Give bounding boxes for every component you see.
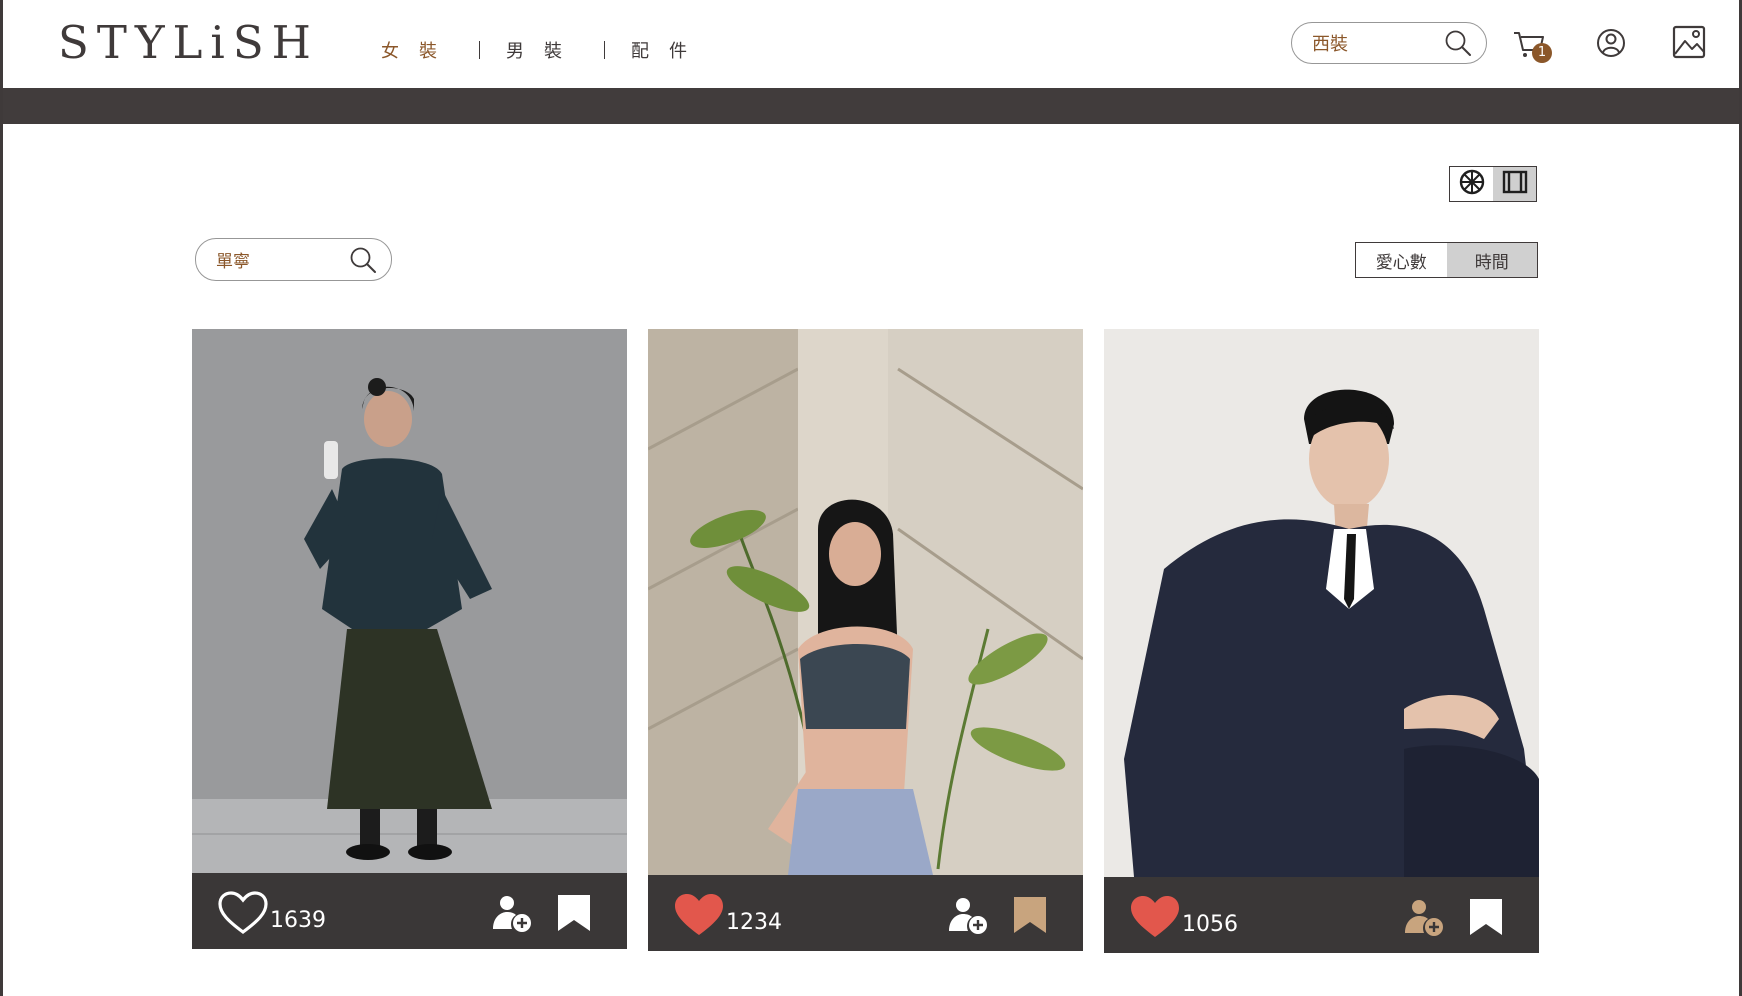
like-count: 1234: [726, 910, 782, 935]
post-action-bar: 1056: [1104, 877, 1539, 953]
post-action-bar: 1234: [648, 875, 1083, 951]
cart-icon[interactable]: 1: [1511, 24, 1552, 64]
sort-by-time[interactable]: 時間: [1446, 243, 1537, 277]
globe-icon: [1458, 168, 1486, 200]
follow-user-icon[interactable]: [1403, 897, 1445, 939]
nav-item-women[interactable]: 女裝: [381, 37, 457, 63]
logo[interactable]: STYLiSH: [58, 18, 319, 68]
header-banner-bar: [3, 88, 1739, 124]
like-count: 1056: [1182, 912, 1238, 937]
sort-toggle: 愛心數 時間: [1355, 242, 1538, 278]
post-photo[interactable]: [648, 329, 1083, 875]
header-search-box: [1291, 22, 1487, 64]
cart-count-badge: 1: [1532, 43, 1552, 63]
post-photo[interactable]: [1104, 329, 1539, 877]
post-card[interactable]: 1056: [1104, 329, 1539, 953]
nav-item-accessories[interactable]: 配件: [631, 37, 707, 63]
view-option-filmstrip[interactable]: [1493, 167, 1536, 201]
bookmark-icon[interactable]: [1012, 895, 1048, 935]
filmstrip-icon: [1501, 169, 1529, 199]
post-card[interactable]: 1234: [648, 329, 1083, 951]
nav-divider: [479, 41, 480, 59]
page: STYLiSH 女裝 男裝 配件 1: [0, 0, 1742, 996]
bookmark-icon[interactable]: [1468, 897, 1504, 937]
follow-user-icon[interactable]: [491, 893, 533, 935]
view-mode-toggle: [1449, 166, 1537, 202]
view-option-globe[interactable]: [1450, 167, 1493, 201]
header-search-input[interactable]: [1310, 31, 1434, 55]
post-action-bar: 1639: [192, 873, 627, 949]
heart-icon[interactable]: [1130, 895, 1180, 939]
search-icon[interactable]: [349, 246, 377, 274]
sort-by-likes[interactable]: 愛心數: [1356, 243, 1447, 277]
like-count: 1639: [270, 908, 326, 933]
post-card[interactable]: 1639: [192, 329, 627, 949]
post-photo[interactable]: [192, 329, 627, 873]
heart-icon[interactable]: [674, 893, 724, 937]
post-search-input[interactable]: [214, 248, 338, 271]
gallery-icon[interactable]: [1671, 22, 1711, 62]
nav-item-men[interactable]: 男裝: [506, 37, 582, 63]
main-nav: 女裝 男裝 配件: [381, 37, 707, 63]
post-search-box: [195, 238, 392, 281]
bookmark-icon[interactable]: [556, 893, 592, 933]
nav-divider: [604, 41, 605, 59]
heart-icon[interactable]: [218, 891, 268, 935]
member-icon[interactable]: [1591, 24, 1631, 64]
site-header: STYLiSH 女裝 男裝 配件 1: [3, 0, 1739, 88]
follow-user-icon[interactable]: [947, 895, 989, 937]
search-icon[interactable]: [1444, 29, 1472, 57]
